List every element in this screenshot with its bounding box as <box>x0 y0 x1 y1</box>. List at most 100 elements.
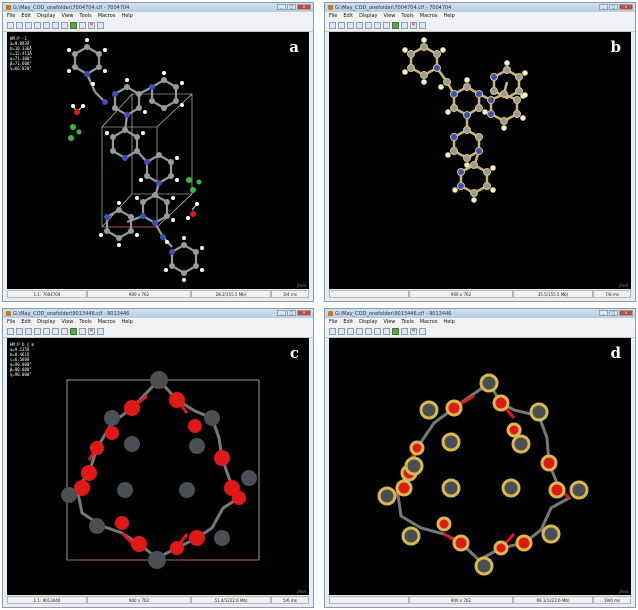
delete-icon[interactable]: ✕ <box>410 328 417 335</box>
menu-file[interactable]: File <box>7 319 15 325</box>
jmol-window-c[interactable]: G:\May_COD_onefolder\9013446.cif - 90134… <box>2 308 314 608</box>
minimize-button[interactable]: _ <box>277 310 286 316</box>
home-icon[interactable] <box>52 22 59 29</box>
window-title-bar[interactable]: G:\May_COD_onefolder\7004704.cif - 70047… <box>3 3 313 12</box>
menu-edit[interactable]: Edit <box>21 13 31 19</box>
menu-view[interactable]: View <box>384 319 396 325</box>
copy-icon[interactable] <box>356 22 363 29</box>
spin-icon[interactable] <box>70 328 77 335</box>
select-icon[interactable] <box>97 22 104 29</box>
paste-icon[interactable] <box>43 22 50 29</box>
rotate-icon[interactable] <box>383 328 390 335</box>
menu-tools[interactable]: Tools <box>401 13 413 19</box>
home-icon[interactable] <box>374 328 381 335</box>
print-icon[interactable] <box>25 22 32 29</box>
paste-icon[interactable] <box>43 328 50 335</box>
home-icon[interactable] <box>52 328 59 335</box>
window-title-bar[interactable]: G:\May_COD_onefolder\9013446.cif - 90134… <box>325 309 635 318</box>
print-icon[interactable] <box>347 22 354 29</box>
close-button[interactable]: x <box>297 4 311 10</box>
home-icon[interactable] <box>374 22 381 29</box>
close-button[interactable]: x <box>619 310 633 316</box>
maximize-button[interactable]: □ <box>609 4 618 10</box>
menu-view[interactable]: View <box>62 13 74 19</box>
delete-icon[interactable]: ✕ <box>88 22 95 29</box>
menu-view[interactable]: View <box>62 319 74 325</box>
save-icon[interactable] <box>16 22 23 29</box>
paste-icon[interactable] <box>365 22 372 29</box>
menu-macros[interactable]: Macros <box>98 13 116 19</box>
menu-tools[interactable]: Tools <box>401 319 413 325</box>
close-button[interactable]: x <box>297 310 311 316</box>
open-icon[interactable] <box>329 22 336 29</box>
menu-help[interactable]: Help <box>443 319 454 325</box>
menu-bar: File Edit Display View Tools Macros Help <box>3 12 313 20</box>
molecule-viewport[interactable]: d Jmol <box>329 338 631 595</box>
window-title-bar[interactable]: G:\May_COD_onefolder\9013446.cif - 90134… <box>3 309 313 318</box>
select-icon[interactable] <box>419 22 426 29</box>
spin-icon[interactable] <box>392 328 399 335</box>
delete-icon[interactable]: ✕ <box>410 22 417 29</box>
maximize-button[interactable]: □ <box>287 4 296 10</box>
save-icon[interactable] <box>338 328 345 335</box>
print-icon[interactable] <box>347 328 354 335</box>
jmol-watermark: Jmol <box>619 589 628 594</box>
measure-icon[interactable] <box>401 328 408 335</box>
open-icon[interactable] <box>329 328 336 335</box>
print-icon[interactable] <box>25 328 32 335</box>
menu-view[interactable]: View <box>384 13 396 19</box>
measure-icon[interactable] <box>79 22 86 29</box>
menu-file[interactable]: File <box>329 13 337 19</box>
menu-help[interactable]: Help <box>121 319 132 325</box>
maximize-button[interactable]: □ <box>287 310 296 316</box>
select-icon[interactable] <box>419 328 426 335</box>
copy-icon[interactable] <box>356 328 363 335</box>
menu-file[interactable]: File <box>329 319 337 325</box>
jmol-window-d[interactable]: G:\May_COD_onefolder\9013446.cif - 90134… <box>324 308 636 608</box>
jmol-window-b[interactable]: G:\May_COD_onefolder\7004704.cif - 70047… <box>324 2 636 302</box>
menu-tools[interactable]: Tools <box>79 13 91 19</box>
menu-display[interactable]: Display <box>359 319 377 325</box>
paste-icon[interactable] <box>365 328 372 335</box>
menu-macros[interactable]: Macros <box>420 319 438 325</box>
save-icon[interactable] <box>16 328 23 335</box>
spin-icon[interactable] <box>392 22 399 29</box>
menu-help[interactable]: Help <box>443 13 454 19</box>
select-icon[interactable] <box>97 328 104 335</box>
minimize-button[interactable]: _ <box>599 310 608 316</box>
minimize-button[interactable]: _ <box>599 4 608 10</box>
menu-display[interactable]: Display <box>37 13 55 19</box>
molecule-viewport[interactable]: b Jmol <box>329 32 631 289</box>
rotate-icon[interactable] <box>61 328 68 335</box>
menu-macros[interactable]: Macros <box>98 319 116 325</box>
rotate-icon[interactable] <box>61 22 68 29</box>
menu-display[interactable]: Display <box>37 319 55 325</box>
maximize-button[interactable]: □ <box>609 310 618 316</box>
copy-icon[interactable] <box>34 328 41 335</box>
menu-edit[interactable]: Edit <box>21 319 31 325</box>
window-title-bar[interactable]: G:\May_COD_onefolder\7004704.cif - 70047… <box>325 3 635 12</box>
status-memory: 69.1/1222.6 Mb) <box>513 596 593 604</box>
menu-edit[interactable]: Edit <box>343 13 353 19</box>
copy-icon[interactable] <box>34 22 41 29</box>
menu-edit[interactable]: Edit <box>343 319 353 325</box>
spin-icon[interactable] <box>70 22 77 29</box>
open-icon[interactable] <box>7 22 14 29</box>
menu-file[interactable]: File <box>7 13 15 19</box>
delete-icon[interactable]: ✕ <box>88 328 95 335</box>
measure-icon[interactable] <box>79 328 86 335</box>
menu-tools[interactable]: Tools <box>79 319 91 325</box>
rotate-icon[interactable] <box>383 22 390 29</box>
molecule-viewport[interactable]: HM:P b c m a=9.135Å b=8.461Å c=6.588Å α=90.0… <box>7 338 309 595</box>
jmol-window-a[interactable]: G:\May_COD_onefolder\7004704.cif - 70047… <box>2 2 314 302</box>
close-button[interactable]: x <box>619 4 633 10</box>
status-model <box>329 290 409 298</box>
menu-display[interactable]: Display <box>359 13 377 19</box>
save-icon[interactable] <box>338 22 345 29</box>
minimize-button[interactable]: _ <box>277 4 286 10</box>
measure-icon[interactable] <box>401 22 408 29</box>
molecule-viewport[interactable]: HM:P -1 a=9.093Å b=10.336Å c=12.413Å α=71.30… <box>7 32 309 289</box>
menu-help[interactable]: Help <box>121 13 132 19</box>
open-icon[interactable] <box>7 328 14 335</box>
menu-macros[interactable]: Macros <box>420 13 438 19</box>
